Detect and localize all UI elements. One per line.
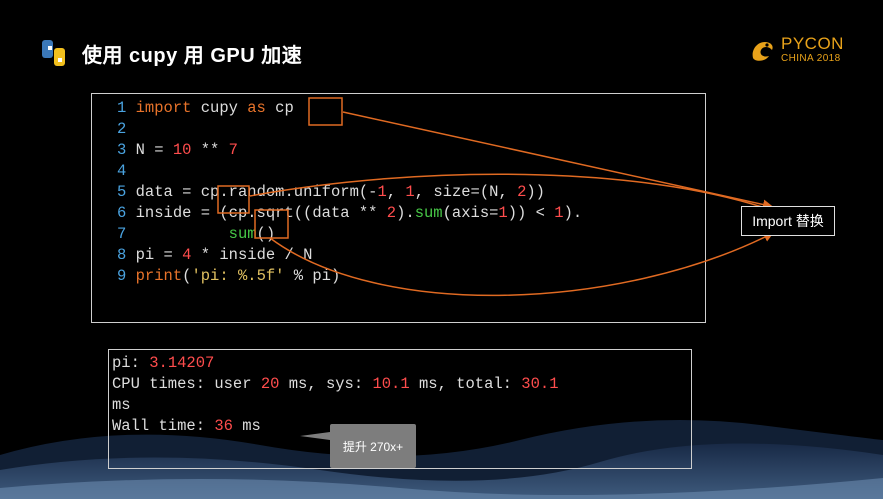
line-number: 7 xyxy=(117,225,127,243)
output-text: ms, sys: xyxy=(279,375,373,393)
code-number: 10 xyxy=(172,141,192,159)
line-number: 9 xyxy=(117,267,127,285)
code-function: sum xyxy=(228,225,257,243)
dragon-logo-icon xyxy=(752,42,773,61)
code-number: 1 xyxy=(554,204,564,222)
code-text: (axis= xyxy=(442,204,499,222)
code-text: ** xyxy=(191,141,229,159)
line-number: 1 xyxy=(117,99,127,117)
code-line-1: 1 import cupy as cp xyxy=(117,98,582,119)
page-title: 使用 cupy 用 GPU 加速 xyxy=(82,44,303,67)
code-number: 1 xyxy=(377,183,387,201)
code-string: 'pi: %.5f' xyxy=(191,267,285,285)
output-text: CPU times: user xyxy=(112,375,261,393)
line-number: 4 xyxy=(117,162,127,180)
cp-reference: cp xyxy=(200,183,220,201)
code-line-4: 4 xyxy=(117,161,582,182)
import-replace-callout: Import 替换 xyxy=(741,206,835,236)
line-number: 3 xyxy=(117,141,127,159)
output-number: 3.14207 xyxy=(149,354,215,372)
code-text: cupy xyxy=(191,99,248,117)
keyword: as xyxy=(247,99,266,117)
output-text: Wall time: xyxy=(112,417,215,435)
python-logo-icon xyxy=(42,40,65,66)
code-text: )) < xyxy=(507,204,555,222)
line-number: 6 xyxy=(117,204,127,222)
code-number: 1 xyxy=(405,183,415,201)
output-line-2: CPU times: user 20 ms, sys: 10.1 ms, tot… xyxy=(112,374,559,395)
code-line-5: 5 data = cp.random.uniform(-1, 1, size=(… xyxy=(117,182,582,203)
code-text: .sqrt((data ** xyxy=(247,204,387,222)
output-number: 30.1 xyxy=(521,375,559,393)
output-number: 36 xyxy=(214,417,233,435)
code-block: 1 import cupy as cp 2 3 N = 10 ** 745 data… xyxy=(117,98,582,287)
code-text: , size=(N, xyxy=(414,183,518,201)
output-line-1: pi: 3.14207 xyxy=(112,353,559,374)
output-text: ms, total: xyxy=(409,375,522,393)
code-line-7: 7 sum() xyxy=(117,224,582,245)
code-text: pi = xyxy=(135,246,183,264)
output-line-3: ms xyxy=(112,396,131,414)
cp-alias: cp xyxy=(275,99,294,117)
output-number: 10.1 xyxy=(372,375,410,393)
code-number: 2 xyxy=(386,204,397,222)
code-text: % pi) xyxy=(284,267,341,285)
output-number: 20 xyxy=(260,375,280,393)
code-text: ). xyxy=(396,204,415,222)
code-number: 1 xyxy=(498,204,508,222)
line-number: 5 xyxy=(117,183,127,201)
pycon-logo: PYCON CHINA 2018 xyxy=(747,34,844,64)
code-text: * inside / N xyxy=(191,246,313,264)
line-number: 2 xyxy=(117,120,127,138)
slide: 使用 cupy 用 GPU 加速 PYCON CHINA 2018 1 impo… xyxy=(0,0,883,499)
code-text: )) xyxy=(526,183,545,201)
code-text: , xyxy=(386,183,406,201)
code-text: .random.uniform(- xyxy=(219,183,378,201)
code-text: inside = ( xyxy=(135,204,229,222)
code-line-8: 8 pi = 4 * inside / N xyxy=(117,245,582,266)
code-line-2: 2 xyxy=(117,119,582,140)
logo-subtitle: CHINA 2018 xyxy=(781,52,841,64)
code-line-9: 9 print('pi: %.5f' % pi) xyxy=(117,266,582,287)
keyword: import xyxy=(135,99,192,117)
code-function: sum xyxy=(414,204,443,222)
code-number: 2 xyxy=(517,183,527,201)
line-number: 8 xyxy=(117,246,127,264)
code-text: N = xyxy=(135,141,173,159)
code-text: data = xyxy=(135,183,201,201)
speedup-tooltip: 提升 270x+ xyxy=(330,424,416,468)
code-text: () xyxy=(256,225,276,243)
code-builtin: print xyxy=(135,267,183,285)
title-bar: 使用 cupy 用 GPU 加速 xyxy=(40,36,302,70)
logo-title: PYCON xyxy=(781,33,844,53)
output-text: ms xyxy=(232,417,261,435)
cp-reference: cp xyxy=(228,204,248,222)
code-line-3: 3 N = 10 ** 7 xyxy=(117,140,582,161)
output-text: pi: xyxy=(112,354,150,372)
code-line-6: 6 inside = (cp.sqrt((data ** 2).sum(axis… xyxy=(117,203,582,224)
code-number: 7 xyxy=(228,141,238,159)
code-text: ). xyxy=(563,204,583,222)
